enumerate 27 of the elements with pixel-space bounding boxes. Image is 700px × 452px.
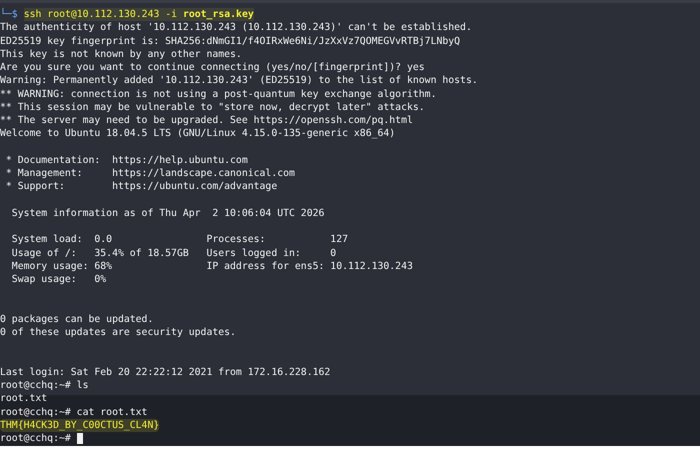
output-line: ** The server may need to be upgraded. See https://openssh.com/pq.html [0,114,413,128]
output-line: The authenticity of host '10.112.130.243 (10.112.130.243)' can't be established. [0,21,472,34]
output-line: * Management: https://landscape.canonical.com [4,167,295,180]
output-line: This key is not known by any other names. [0,48,242,61]
command-text: ssh root@10.112.130.243 -i root_rsa.key [24,8,254,22]
output-line: root@cchq:~# cat root.txt [0,406,148,419]
output-line: ** This session may be vulnerable to "store now, decrypt later" attacks. [0,100,425,114]
output-line: 0 packages can be updated. [0,312,154,326]
output-line: Last login: Sat Feb 20 22:22:12 2021 from 172.16.228.162 [0,366,330,379]
shell-prompt: └─$ [0,8,18,22]
output-line: 0 of these updates are security updates. [0,326,236,340]
output-line: ** WARNING: connection is not using a post-quantum key exchange algorithm. [0,88,436,101]
shell-prompt: root@cchq:~# [0,432,71,446]
output-line: * Documentation: https://help.ubuntu.com [4,154,248,167]
output-line: * Support: https://ubuntu.com/advantage [4,180,278,194]
output-line: System information as of Thu Apr 2 10:06:04 UTC 2026 [10,206,324,220]
output-line: Memory usage: 68% IP address for ens5: 10.112.130.243 [10,260,413,273]
output-line: root.txt [0,392,48,406]
output-line: Welcome to Ubuntu 18.04.5 LTS (GNU/Linux 4.15.0-135-generic x86_64) [0,127,396,140]
output-line: ED25519 key fingerprint is: SHA256:dNmGI1/f4OIRxWe6Ni/JzXxVz7QOMEGVvRTBj7LNbyQ [0,34,460,48]
output-line: Are you sure you want to continue connecting (yes/no/[fingerprint])? yes [0,61,425,74]
flag-text: THM{H4CK3D_BY_C00CTUS_CL4N} [0,418,160,432]
output-line: Usage of /: 35.4% of 18.57GB Users logged in: 0 [10,246,336,260]
output-line: Warning: Permanently added '10.112.130.243' (ED25519) to the list of known hosts. [0,74,478,88]
output-line: Swap usage: 0% [10,273,106,286]
output-line: root@cchq:~# ls [0,379,88,392]
output-line: System load: 0.0 Processes: 127 [10,233,348,246]
